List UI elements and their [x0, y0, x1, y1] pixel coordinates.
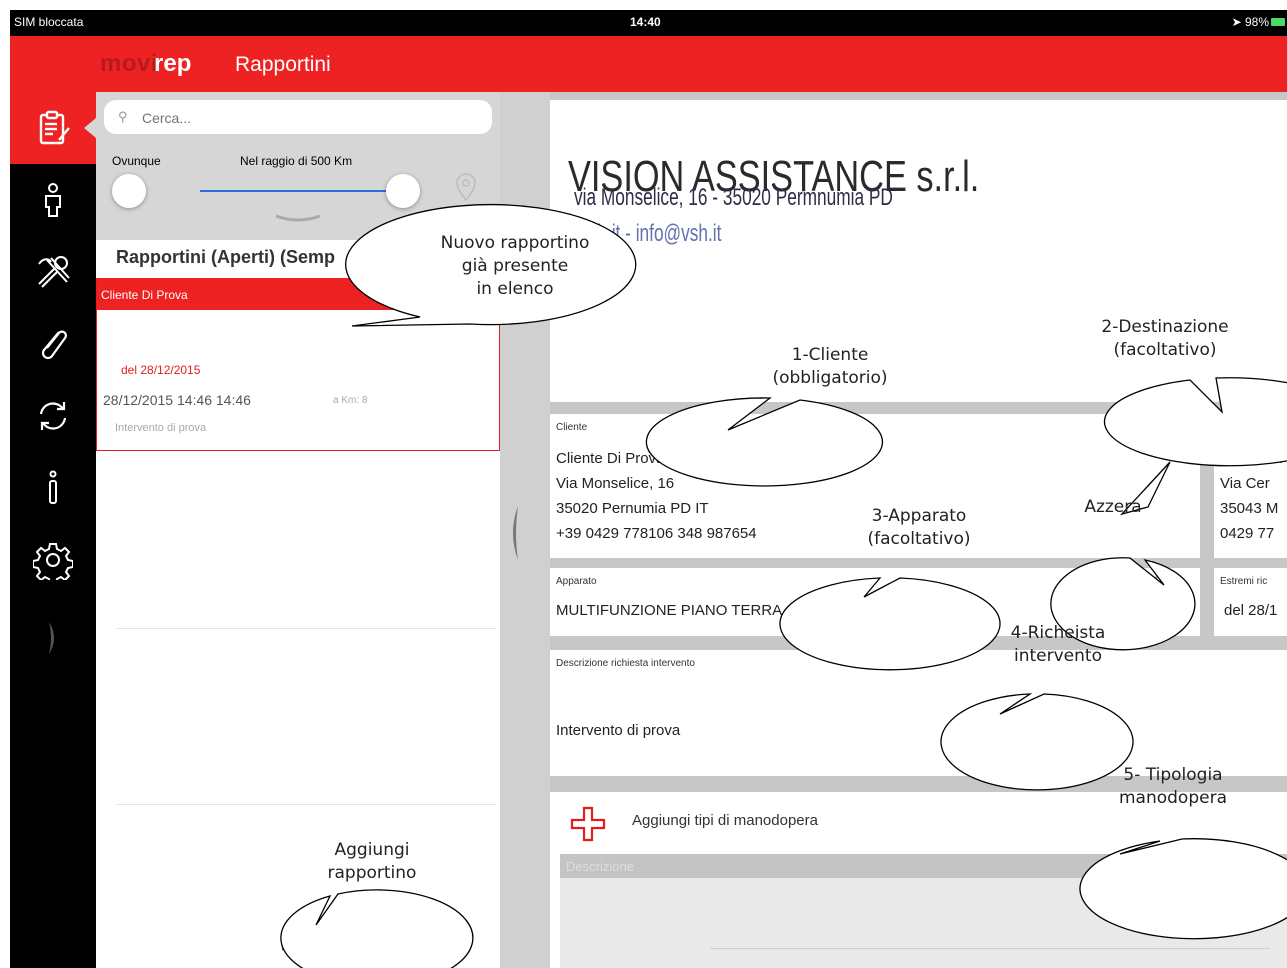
- divider: [116, 804, 496, 805]
- estremi-value: del 28/1: [1224, 602, 1278, 619]
- brand-logo-rep: rep: [154, 50, 192, 77]
- battery-level: ➤ 98%: [1231, 15, 1269, 29]
- callout-destinazione: 2-Destinazione (facoltativo): [1101, 317, 1229, 360]
- sidebar: [10, 92, 96, 968]
- add-record-button[interactable]: [281, 927, 317, 963]
- unlink-icon[interactable]: [1152, 572, 1188, 608]
- richiesta-value: Intervento di prova: [556, 722, 681, 739]
- location-pin-icon[interactable]: [454, 172, 478, 202]
- destinazione-street: Via Cer: [1220, 475, 1270, 492]
- destinazione-card[interactable]: Destinazio UFFICI A Via Cer 35043 M 0429…: [1214, 414, 1287, 558]
- column-header-descrizione: Descrizione: [566, 859, 634, 874]
- divider: [710, 948, 1270, 949]
- search-icon: ⚲: [118, 109, 128, 124]
- person-icon: [45, 183, 61, 217]
- record-datetime: 28/12/2015 14:46 14:46: [103, 392, 251, 408]
- anywhere-toggle[interactable]: [112, 174, 146, 208]
- manodopera-table-header: Descrizione: [560, 854, 1287, 878]
- callout-apparato: 3-Apparato (facoltativo): [867, 506, 971, 549]
- carrier-label: SIM bloccata: [14, 15, 84, 29]
- battery-icon: [1271, 18, 1285, 26]
- search-input[interactable]: [140, 106, 464, 130]
- add-manodopera-button[interactable]: [570, 806, 606, 842]
- sync-icon: [39, 402, 67, 430]
- record-km: a Km: 8: [333, 395, 368, 406]
- record-description: Intervento di prova: [115, 422, 207, 434]
- callout-tipologia: 5- Tipologia manodopera: [1118, 765, 1227, 808]
- clipboard-icon: [39, 110, 70, 145]
- radius-slider-knob[interactable]: [386, 174, 420, 208]
- callout-richiesta: 4-Richeista intervento: [1010, 623, 1106, 666]
- estremi-card[interactable]: Estremi ric del 28/1: [1214, 568, 1287, 636]
- panel-divider: [500, 92, 550, 968]
- callout-azzera: Azzera: [1084, 497, 1142, 517]
- richiesta-label: Descrizione richiesta intervento: [556, 658, 695, 669]
- cliente-label: Cliente: [556, 422, 588, 433]
- info-icon: [49, 470, 57, 504]
- manodopera-table-body: [560, 878, 1287, 968]
- estremi-label: Estremi ric: [1220, 576, 1268, 587]
- scope-anywhere-label: Ovunque: [112, 154, 161, 168]
- search-area: ⚲ Ovunque Nel raggio di 500 Km: [96, 92, 500, 240]
- radius-slider-track[interactable]: [200, 190, 400, 192]
- active-indicator-icon: [84, 118, 96, 138]
- apparato-label: Apparato: [556, 576, 597, 587]
- record-client: Cliente Di Prova: [101, 288, 188, 302]
- cliente-name: Cliente Di Prova: [556, 450, 665, 467]
- drawer-handle-icon[interactable]: [274, 214, 322, 224]
- sidebar-expand[interactable]: [10, 602, 96, 674]
- add-manodopera-label[interactable]: Aggiungi tipi di manodopera: [632, 812, 818, 829]
- list-item[interactable]: Cliente Di Prova del 28/12/2015 28/12/20…: [96, 278, 500, 451]
- callout-cliente: 1-Cliente (obbligatorio): [772, 345, 888, 388]
- brand-logo-movi: movi: [100, 50, 159, 77]
- search-box[interactable]: ⚲: [104, 100, 492, 134]
- callout-aggiungi: Aggiungi rapportino: [327, 840, 417, 883]
- cliente-phone: +39 0429 778106 348 987654: [556, 525, 757, 542]
- gear-icon: [33, 543, 73, 580]
- sidebar-item-clienti[interactable]: [10, 164, 96, 236]
- divider: [116, 628, 496, 629]
- cliente-street: Via Monselice, 16: [556, 475, 675, 492]
- record-date: del 28/12/2015: [121, 363, 201, 377]
- scope-radius-label: Nel raggio di 500 Km: [240, 154, 353, 168]
- cliente-city: 35020 Pernumia PD IT: [556, 500, 709, 517]
- apparato-value: MULTIFUNZIONE PIANO TERRA 1234567890: [556, 602, 869, 619]
- paperclip-icon: [41, 330, 67, 360]
- tools-icon: [38, 256, 70, 288]
- chevron-right-icon: [49, 622, 54, 654]
- sidebar-item-sincronizza[interactable]: [10, 380, 96, 452]
- destinazione-name: UFFICI A: [1220, 450, 1282, 467]
- company-address: via Monselice, 16 - 35020 Permnumia PD: [574, 184, 893, 211]
- manodopera-section: Aggiungi tipi di manodopera Descrizione: [550, 792, 1287, 968]
- page-title: Rapportini: [235, 53, 331, 76]
- callout-nuovo: Nuovo rapportino già presente in elenco: [440, 233, 590, 299]
- rapportini-list-panel: ⚲ Ovunque Nel raggio di 500 Km Rapportin…: [96, 92, 500, 968]
- sidebar-item-info[interactable]: [10, 452, 96, 524]
- sidebar-item-attrezzi[interactable]: [10, 236, 96, 308]
- app-header: movi rep Rapportini: [10, 36, 1287, 92]
- sidebar-item-allegati[interactable]: [10, 308, 96, 380]
- sidebar-item-rapportini[interactable]: [10, 92, 96, 164]
- list-header: Rapportini (Aperti) (Semp: [116, 247, 335, 267]
- status-bar: SIM bloccata 14:40 ➤ 98%: [10, 10, 1287, 36]
- destinazione-city: 35043 M: [1220, 500, 1279, 517]
- sidebar-item-impostazioni[interactable]: [10, 524, 96, 596]
- unlink-icon[interactable]: [1152, 418, 1188, 454]
- collapse-panel-icon[interactable]: [506, 504, 520, 562]
- richiesta-card[interactable]: Descrizione richiesta intervento Interve…: [550, 650, 1287, 776]
- clock: 14:40: [630, 15, 661, 29]
- destinazione-label: Destinazio: [1220, 422, 1267, 433]
- destinazione-phone: 0429 77: [1220, 525, 1275, 542]
